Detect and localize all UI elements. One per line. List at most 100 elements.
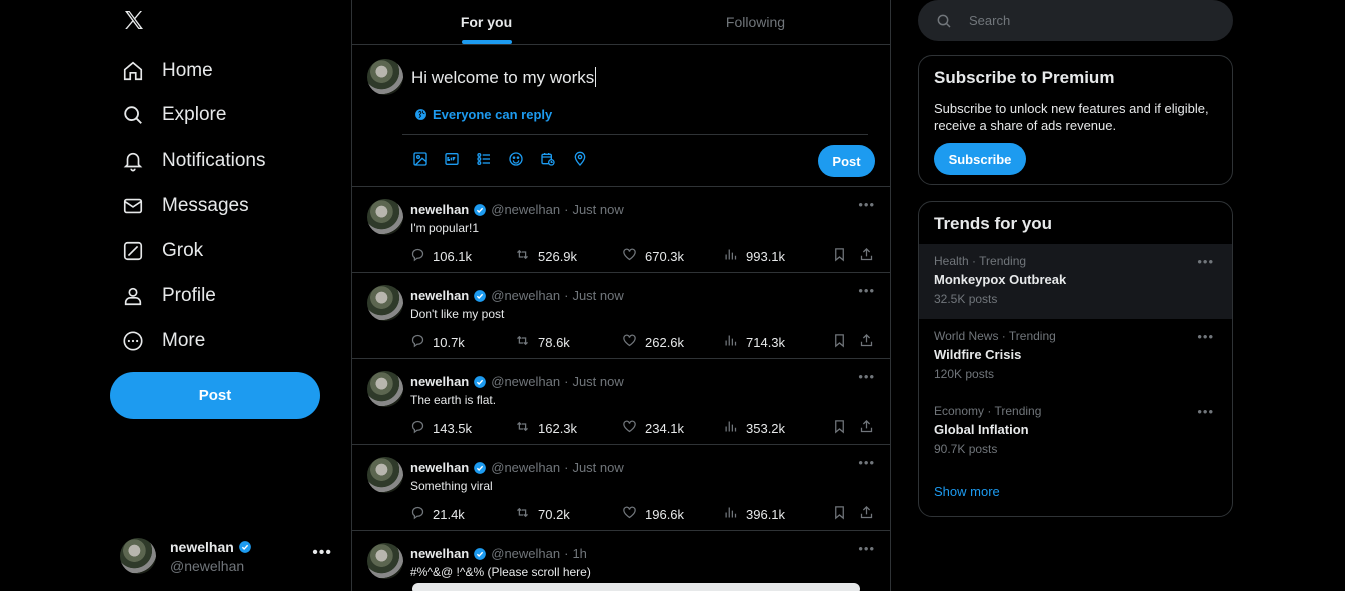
trend-more-icon[interactable]: ••• <box>1197 254 1214 269</box>
like-button[interactable]: 670.3k <box>622 247 684 265</box>
nav-item-grok[interactable]: Grok <box>110 231 203 271</box>
tweet-author[interactable]: newelhan <box>410 288 469 303</box>
location-icon[interactable] <box>572 151 588 167</box>
bookmark-button[interactable] <box>832 419 847 437</box>
tweet[interactable]: newelhan @newelhan · Just now ••• Don't … <box>352 273 891 359</box>
nav-item-home[interactable]: Home <box>110 51 213 91</box>
premium-title: Subscribe to Premium <box>934 68 1115 87</box>
reply-button[interactable]: 143.5k <box>410 419 472 437</box>
tweet-time[interactable]: Just now <box>572 460 623 475</box>
tweet-header: newelhan @newelhan · Just now <box>410 460 624 475</box>
reply-count: 10.7k <box>433 334 465 350</box>
x-logo-icon[interactable] <box>122 8 146 32</box>
scroll-bar[interactable] <box>412 583 860 591</box>
tweet-more-icon[interactable]: ••• <box>858 455 875 470</box>
tweet-avatar[interactable] <box>367 199 403 235</box>
analytics-icon <box>723 247 738 265</box>
tweet[interactable]: newelhan @newelhan · Just now ••• I'm po… <box>352 187 891 273</box>
show-more-link[interactable]: Show more <box>919 469 1232 514</box>
share-button[interactable] <box>859 505 874 523</box>
subscribe-button[interactable]: Subscribe <box>934 143 1026 175</box>
post-button[interactable]: Post <box>110 372 320 419</box>
tweet-author[interactable]: newelhan <box>410 374 469 389</box>
share-button[interactable] <box>859 333 874 351</box>
compose-text-input[interactable]: Hi welcome to my works <box>411 67 597 88</box>
search-input[interactable]: Search <box>918 0 1233 41</box>
views-button[interactable]: 396.1k <box>723 505 785 523</box>
trend-more-icon[interactable]: ••• <box>1197 404 1214 419</box>
tweet-avatar[interactable] <box>367 371 403 407</box>
nav-item-profile[interactable]: Profile <box>110 276 216 316</box>
like-button[interactable]: 262.6k <box>622 333 684 351</box>
bookmark-button[interactable] <box>832 333 847 351</box>
tab-following[interactable]: Following <box>621 0 890 44</box>
nav-item-notifications[interactable]: Notifications <box>110 141 266 181</box>
tweet-handle[interactable]: @newelhan <box>491 460 560 475</box>
poll-icon[interactable] <box>476 151 492 167</box>
tweet-handle[interactable]: @newelhan <box>491 546 560 561</box>
active-tab-indicator <box>461 40 512 44</box>
bookmark-button[interactable] <box>832 505 847 523</box>
verified-badge-icon <box>474 289 487 302</box>
tweet-author[interactable]: newelhan <box>410 202 469 217</box>
nav-item-explore[interactable]: Explore <box>110 95 226 135</box>
reply-setting-button[interactable]: Everyone can reply <box>414 107 552 122</box>
reply-button[interactable]: 10.7k <box>410 333 465 351</box>
tweet-time[interactable]: Just now <box>572 374 623 389</box>
nav-label-messages: Messages <box>162 195 249 216</box>
reply-button[interactable]: 106.1k <box>410 247 472 265</box>
tweet[interactable]: newelhan @newelhan · Just now ••• Someth… <box>352 445 891 531</box>
tweet-author[interactable]: newelhan <box>410 460 469 475</box>
timeline-tabs: For you Following <box>352 0 890 45</box>
nav-item-more[interactable]: More <box>110 321 205 361</box>
trend-item[interactable]: Health · Trending Monkeypox Outbreak 32.… <box>919 244 1232 319</box>
share-button[interactable] <box>859 419 874 437</box>
tweet-avatar[interactable] <box>367 285 403 321</box>
tweet-more-icon[interactable]: ••• <box>858 369 875 384</box>
emoji-icon[interactable] <box>508 151 524 167</box>
account-more-icon[interactable]: ••• <box>312 544 332 562</box>
tweet-handle[interactable]: @newelhan <box>491 374 560 389</box>
views-button[interactable]: 993.1k <box>723 247 785 265</box>
gif-icon[interactable] <box>444 151 460 167</box>
dot-separator: · <box>564 288 569 303</box>
views-button[interactable]: 714.3k <box>723 333 785 351</box>
nav-label-more: More <box>162 330 206 351</box>
media-icon[interactable] <box>412 151 428 167</box>
tweet-time[interactable]: Just now <box>572 288 623 303</box>
nav-item-messages[interactable]: Messages <box>110 186 249 226</box>
tweet-handle[interactable]: @newelhan <box>491 202 560 217</box>
tab-for-you[interactable]: For you <box>352 0 621 44</box>
repost-button[interactable]: 70.2k <box>515 505 570 523</box>
repost-button[interactable]: 162.3k <box>515 419 577 437</box>
like-button[interactable]: 196.6k <box>622 505 684 523</box>
schedule-icon[interactable] <box>540 151 556 167</box>
tweet-more-icon[interactable]: ••• <box>858 541 875 556</box>
tweet-avatar[interactable] <box>367 457 403 493</box>
compose-post-button[interactable]: Post <box>818 145 875 177</box>
trend-more-icon[interactable]: ••• <box>1197 329 1214 344</box>
trend-item[interactable]: World News · Trending Wildfire Crisis 12… <box>919 319 1232 394</box>
tweet-handle[interactable]: @newelhan <box>491 288 560 303</box>
account-switcher[interactable]: newelhan @newelhan ••• <box>120 536 340 576</box>
tweet-time[interactable]: 1h <box>572 546 586 561</box>
share-button[interactable] <box>859 247 874 265</box>
views-button[interactable]: 353.2k <box>723 419 785 437</box>
tweet[interactable]: newelhan @newelhan · 1h ••• #%^&@ !^&% (… <box>352 531 891 591</box>
repost-button[interactable]: 78.6k <box>515 333 570 351</box>
mail-icon <box>122 195 144 217</box>
bookmark-button[interactable] <box>832 247 847 265</box>
reply-button[interactable]: 21.4k <box>410 505 465 523</box>
repost-button[interactable]: 526.9k <box>515 247 577 265</box>
tweet[interactable]: newelhan @newelhan · Just now ••• The ea… <box>352 359 891 445</box>
trend-item[interactable]: Economy · Trending Global Inflation 90.7… <box>919 394 1232 469</box>
tweet-more-icon[interactable]: ••• <box>858 197 875 212</box>
share-icon <box>859 505 874 523</box>
like-button[interactable]: 234.1k <box>622 419 684 437</box>
tweet-more-icon[interactable]: ••• <box>858 283 875 298</box>
tweet-time[interactable]: Just now <box>572 202 623 217</box>
tweet-avatar[interactable] <box>367 543 403 579</box>
tweet-header: newelhan @newelhan · Just now <box>410 374 624 389</box>
tweet-author[interactable]: newelhan <box>410 546 469 561</box>
view-count: 396.1k <box>746 506 786 522</box>
